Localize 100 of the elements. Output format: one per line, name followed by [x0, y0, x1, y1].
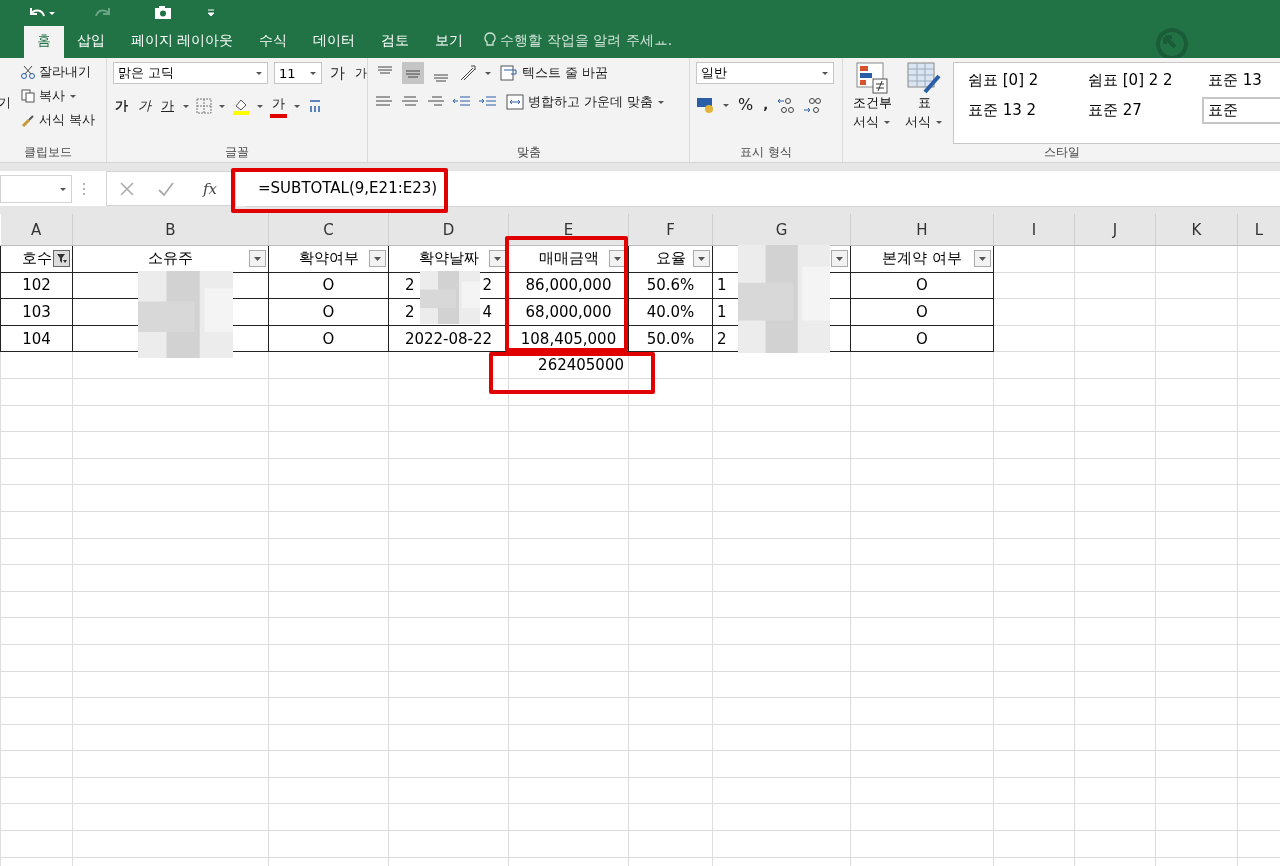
font-color-button[interactable]: 가 — [270, 94, 287, 118]
table-cell: O — [916, 329, 928, 348]
filter-button[interactable] — [693, 250, 710, 268]
column-header[interactable]: L — [1237, 214, 1280, 246]
cell-style-item[interactable]: 쉼표 [0] 2 — [962, 66, 1082, 94]
cell-style-item[interactable]: 표준 27 — [1082, 96, 1202, 124]
currency-icon[interactable] — [696, 95, 716, 114]
number-format-dropdown[interactable]: 일반 — [696, 62, 834, 84]
table-cell: O — [916, 303, 928, 321]
caret-icon[interactable] — [309, 69, 317, 77]
filter-button[interactable] — [831, 250, 848, 268]
table-header: 매매금액 — [538, 249, 599, 269]
drag-handle-icon — [82, 181, 86, 196]
cell-style-item[interactable]: 표준 — [1202, 96, 1280, 124]
column-header[interactable]: C — [268, 214, 389, 246]
table-cell: 50.0% — [646, 329, 695, 348]
table-cell: 40.0% — [646, 303, 695, 321]
insert-function-button[interactable]: fx — [197, 178, 223, 199]
conditional-format-button[interactable]: 조건부 서식 — [849, 62, 895, 144]
table-header: 소유주 — [148, 249, 193, 269]
grow-font-button[interactable]: 가 — [328, 62, 347, 84]
ribbon-tab[interactable]: 홈 — [24, 26, 64, 58]
font-name-dropdown[interactable]: 맑은 고딕 — [113, 62, 268, 84]
cell-style-item[interactable]: 표준 13 — [1202, 66, 1280, 94]
caret-icon[interactable] — [69, 92, 77, 100]
phonetic-icon[interactable] — [307, 98, 323, 114]
column-header[interactable]: I — [993, 214, 1075, 246]
column-header[interactable]: D — [388, 214, 509, 246]
caret-icon[interactable] — [182, 102, 190, 110]
caret-icon[interactable] — [255, 69, 263, 77]
increase-decimal-icon[interactable] — [776, 95, 797, 114]
bold-button[interactable]: 가 — [113, 96, 130, 116]
column-header[interactable]: A — [0, 214, 73, 246]
comma-button[interactable]: , — [761, 96, 771, 113]
table-cell: 108,405,000 — [520, 329, 617, 348]
format-table-button[interactable]: 표 서식 — [901, 62, 947, 144]
column-header[interactable]: G — [712, 214, 851, 246]
caret-icon[interactable] — [883, 118, 891, 126]
column-header[interactable]: B — [72, 214, 269, 246]
wrap-text-button[interactable]: 텍스트 줄 바꿈 — [498, 63, 611, 83]
caret-icon — [697, 254, 706, 264]
table-header: 확약여부 — [298, 249, 359, 269]
column-header[interactable]: H — [850, 214, 994, 246]
caret-icon — [613, 254, 622, 264]
table-cell: O — [322, 303, 335, 321]
border-icon[interactable] — [196, 98, 212, 114]
camera-icon[interactable] — [154, 5, 172, 20]
table-cell: O — [916, 276, 928, 295]
shrink-font-button[interactable]: 가 — [353, 63, 367, 83]
cut-button[interactable]: 잘라내기 — [19, 62, 98, 82]
table-cell: 102 — [22, 276, 51, 295]
orientation-icon[interactable] — [458, 63, 478, 83]
ribbon-tab[interactable]: 보기 — [422, 26, 477, 58]
column-header[interactable]: F — [628, 214, 713, 246]
fill-color-icon[interactable] — [232, 97, 250, 115]
column-header[interactable]: K — [1155, 214, 1238, 246]
filter-button[interactable] — [369, 250, 386, 268]
decrease-decimal-icon[interactable] — [802, 95, 823, 114]
cell-style-item[interactable]: 쉼표 [0] 2 2 — [1082, 66, 1202, 94]
filter-button[interactable] — [974, 250, 991, 268]
ribbon-tab[interactable]: 검토 — [368, 26, 423, 58]
table-header: 호수 — [21, 249, 52, 269]
caret-icon[interactable] — [293, 102, 301, 110]
merge-icon — [506, 94, 524, 110]
cell-style-item[interactable]: 표준 13 2 — [962, 96, 1082, 124]
format-painter-button[interactable]: 서식 복사 — [19, 110, 98, 130]
caret-icon[interactable] — [484, 69, 492, 77]
brush-icon — [21, 113, 35, 127]
tell-me-field[interactable]: 수행할 작업을 알려 주세ㅛ. — [476, 26, 681, 58]
percent-button[interactable]: % — [736, 94, 756, 115]
caret-icon — [493, 254, 502, 264]
table-cell: O — [322, 329, 335, 348]
underline-button[interactable]: 가 — [159, 96, 176, 116]
caret-icon[interactable] — [256, 102, 264, 110]
ribbon-tab[interactable]: 삽입 — [64, 26, 118, 58]
column-header[interactable]: J — [1074, 214, 1156, 246]
group-label: 글꼴 — [224, 144, 250, 161]
formula-field[interactable]: =SUBTOTAL(9,E21:E23) — [246, 170, 1280, 207]
ribbon-tab[interactable]: 데이터 — [300, 26, 369, 58]
filter-funnel-icon — [56, 253, 67, 265]
italic-button[interactable]: 가 — [136, 96, 153, 116]
font-size-dropdown[interactable]: 11 — [274, 62, 322, 84]
caret-icon[interactable] — [657, 98, 666, 106]
ribbon-tab[interactable]: 수식 — [246, 26, 301, 58]
filter-button[interactable] — [53, 250, 70, 268]
caret-icon[interactable] — [935, 118, 943, 126]
merge-center-button[interactable]: 병합하고 가운데 맞춤 — [504, 92, 668, 112]
caret-icon[interactable] — [821, 69, 829, 77]
caret-icon[interactable] — [218, 102, 226, 110]
caret-icon — [253, 254, 262, 264]
group-label: 맞춤 — [515, 144, 542, 161]
date-cell-text: 2 — [405, 276, 415, 295]
ribbon-tab[interactable]: 페이지 레이아웃 — [118, 26, 247, 58]
copy-button[interactable]: 복사 — [19, 86, 98, 106]
table-cell: 103 — [22, 303, 51, 321]
table-brush-icon — [907, 62, 941, 94]
customize-icon[interactable] — [206, 7, 216, 18]
filter-button[interactable] — [249, 250, 266, 268]
date-cell-text: 4 — [482, 303, 492, 321]
date-cell-text: 2 — [405, 303, 415, 321]
